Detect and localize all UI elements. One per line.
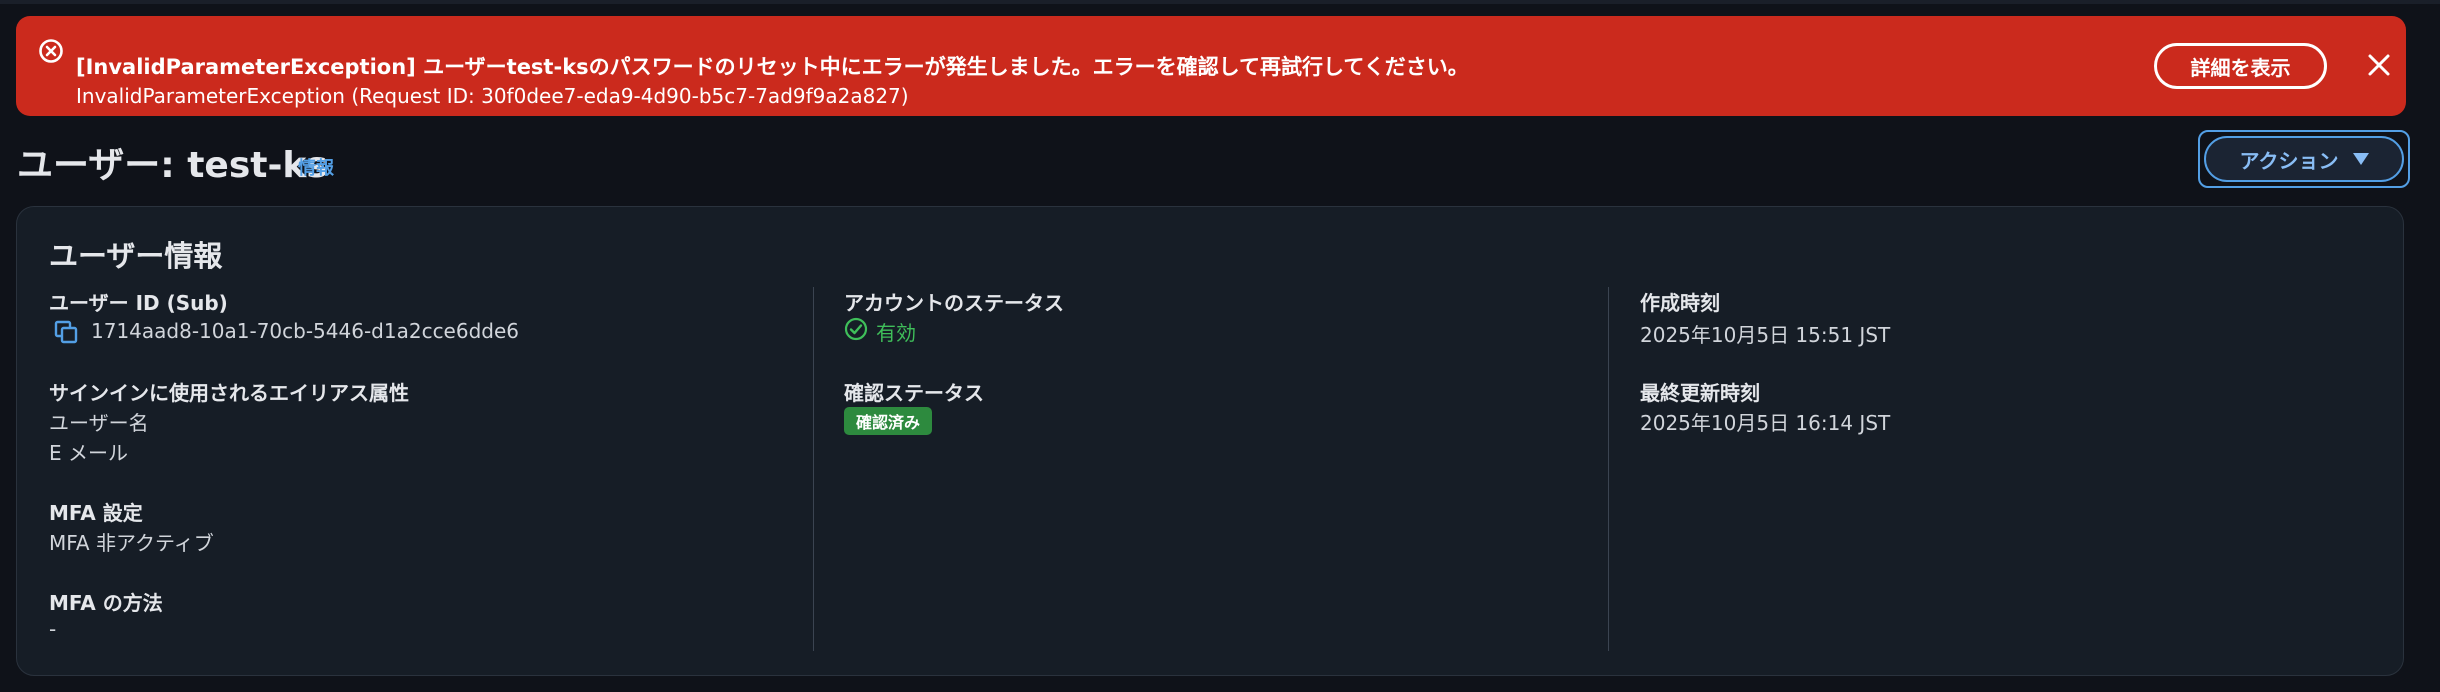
alias-label: サインインに使用されるエイリアス属性 bbox=[49, 381, 409, 405]
updated-value: 2025年10月5日 16:14 JST bbox=[1640, 411, 1891, 435]
column-divider bbox=[813, 287, 814, 651]
mfa-method-value: - bbox=[49, 617, 57, 641]
top-border bbox=[0, 0, 2440, 4]
mfa-setting-label: MFA 設定 bbox=[49, 501, 143, 525]
page-title: ユーザー: test-ks bbox=[17, 145, 328, 186]
column-divider bbox=[1608, 287, 1609, 651]
updated-label: 最終更新時刻 bbox=[1640, 381, 1760, 405]
actions-label: アクション bbox=[2239, 148, 2339, 173]
close-icon[interactable] bbox=[2364, 50, 2394, 80]
caret-down-icon bbox=[2352, 153, 2369, 165]
error-circle-icon bbox=[38, 38, 64, 64]
account-status-value: 有効 bbox=[876, 321, 916, 345]
user-info-card: ユーザー情報 ユーザー ID (Sub) 1714aad8-10a1-70cb-… bbox=[16, 206, 2404, 676]
view-details-button[interactable]: 詳細を表示 bbox=[2154, 43, 2327, 89]
alias-value: ユーザー名 bbox=[49, 411, 149, 435]
mfa-method-label: MFA の方法 bbox=[49, 591, 163, 615]
user-id-value: 1714aad8-10a1-70cb-5446-d1a2cce6dde6 bbox=[91, 319, 520, 343]
check-circle-icon bbox=[844, 317, 868, 346]
error-detail: InvalidParameterException (Request ID: 3… bbox=[76, 84, 909, 108]
created-value: 2025年10月5日 15:51 JST bbox=[1640, 323, 1891, 347]
confirmation-status-label: 確認ステータス bbox=[844, 381, 984, 405]
alias-value: E メール bbox=[49, 441, 128, 465]
user-id-label: ユーザー ID (Sub) bbox=[49, 291, 228, 315]
account-status-label: アカウントのステータス bbox=[844, 291, 1064, 315]
error-title: [InvalidParameterException] ユーザーtest-ksの… bbox=[76, 55, 1469, 79]
confirmation-status-badge: 確認済み bbox=[844, 407, 933, 435]
actions-dropdown-button[interactable]: アクション bbox=[2204, 136, 2404, 182]
created-label: 作成時刻 bbox=[1640, 291, 1720, 315]
mfa-setting-value: MFA 非アクティブ bbox=[49, 531, 214, 555]
error-banner: [InvalidParameterException] ユーザーtest-ksの… bbox=[16, 16, 2406, 116]
account-status: 有効 bbox=[844, 317, 916, 346]
copy-icon[interactable] bbox=[53, 319, 79, 345]
card-title: ユーザー情報 bbox=[49, 239, 223, 273]
info-link[interactable]: 情報 bbox=[298, 154, 334, 180]
actions-focus-ring: アクション bbox=[2198, 130, 2410, 188]
